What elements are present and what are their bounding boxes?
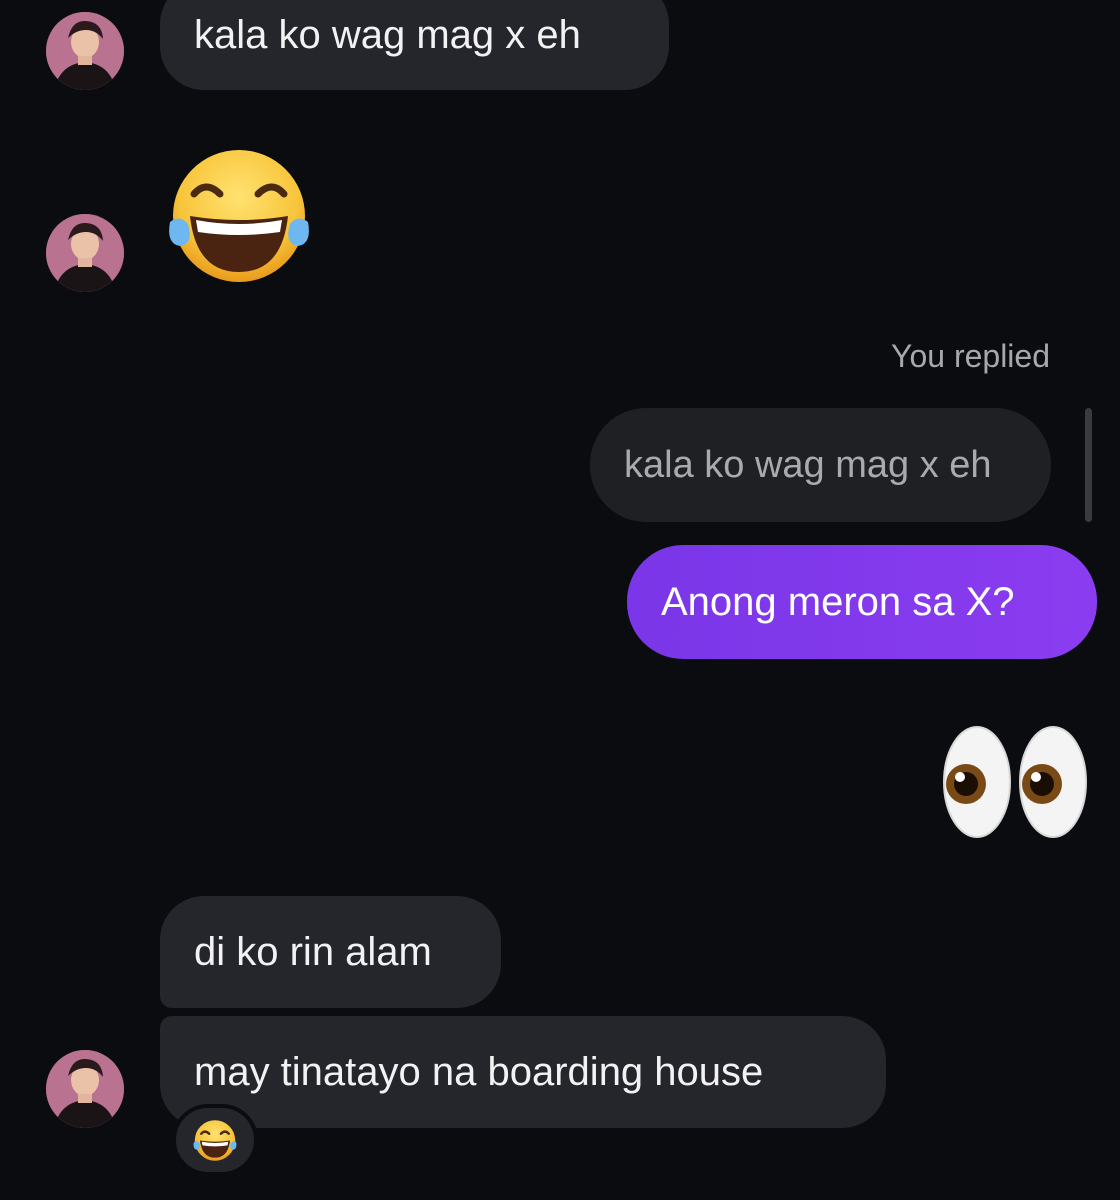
quoted-message-text: kala ko wag mag x eh (624, 444, 992, 486)
avatar-photo (46, 12, 124, 90)
quoted-message[interactable]: kala ko wag mag x eh (590, 408, 1051, 522)
incoming-message[interactable]: may tinatayo na boarding house (160, 1016, 886, 1128)
tears-of-joy-icon (169, 150, 309, 282)
message-reaction[interactable] (172, 1104, 258, 1176)
incoming-message[interactable]: kala ko wag mag x eh (160, 0, 669, 90)
message-text: Anong meron sa X? (661, 580, 1015, 624)
contact-avatar[interactable] (46, 12, 124, 90)
tears-of-joy-emoji-message[interactable] (164, 146, 314, 286)
avatar-photo (46, 1050, 124, 1128)
contact-avatar[interactable] (46, 1050, 124, 1128)
you-replied-label: You replied (891, 338, 1050, 374)
outgoing-message[interactable]: Anong meron sa X? (627, 545, 1097, 659)
message-text: di ko rin alam (194, 930, 432, 974)
contact-avatar[interactable] (46, 214, 124, 292)
eyes-emoji-message[interactable] (940, 724, 1090, 840)
reply-indicator-bar (1085, 408, 1092, 522)
avatar-photo (46, 214, 124, 292)
message-text: may tinatayo na boarding house (194, 1050, 764, 1094)
eyes-icon (943, 726, 1087, 838)
message-text: kala ko wag mag x eh (194, 13, 581, 57)
tears-of-joy-icon (193, 1119, 237, 1161)
incoming-message[interactable]: di ko rin alam (160, 896, 501, 1008)
